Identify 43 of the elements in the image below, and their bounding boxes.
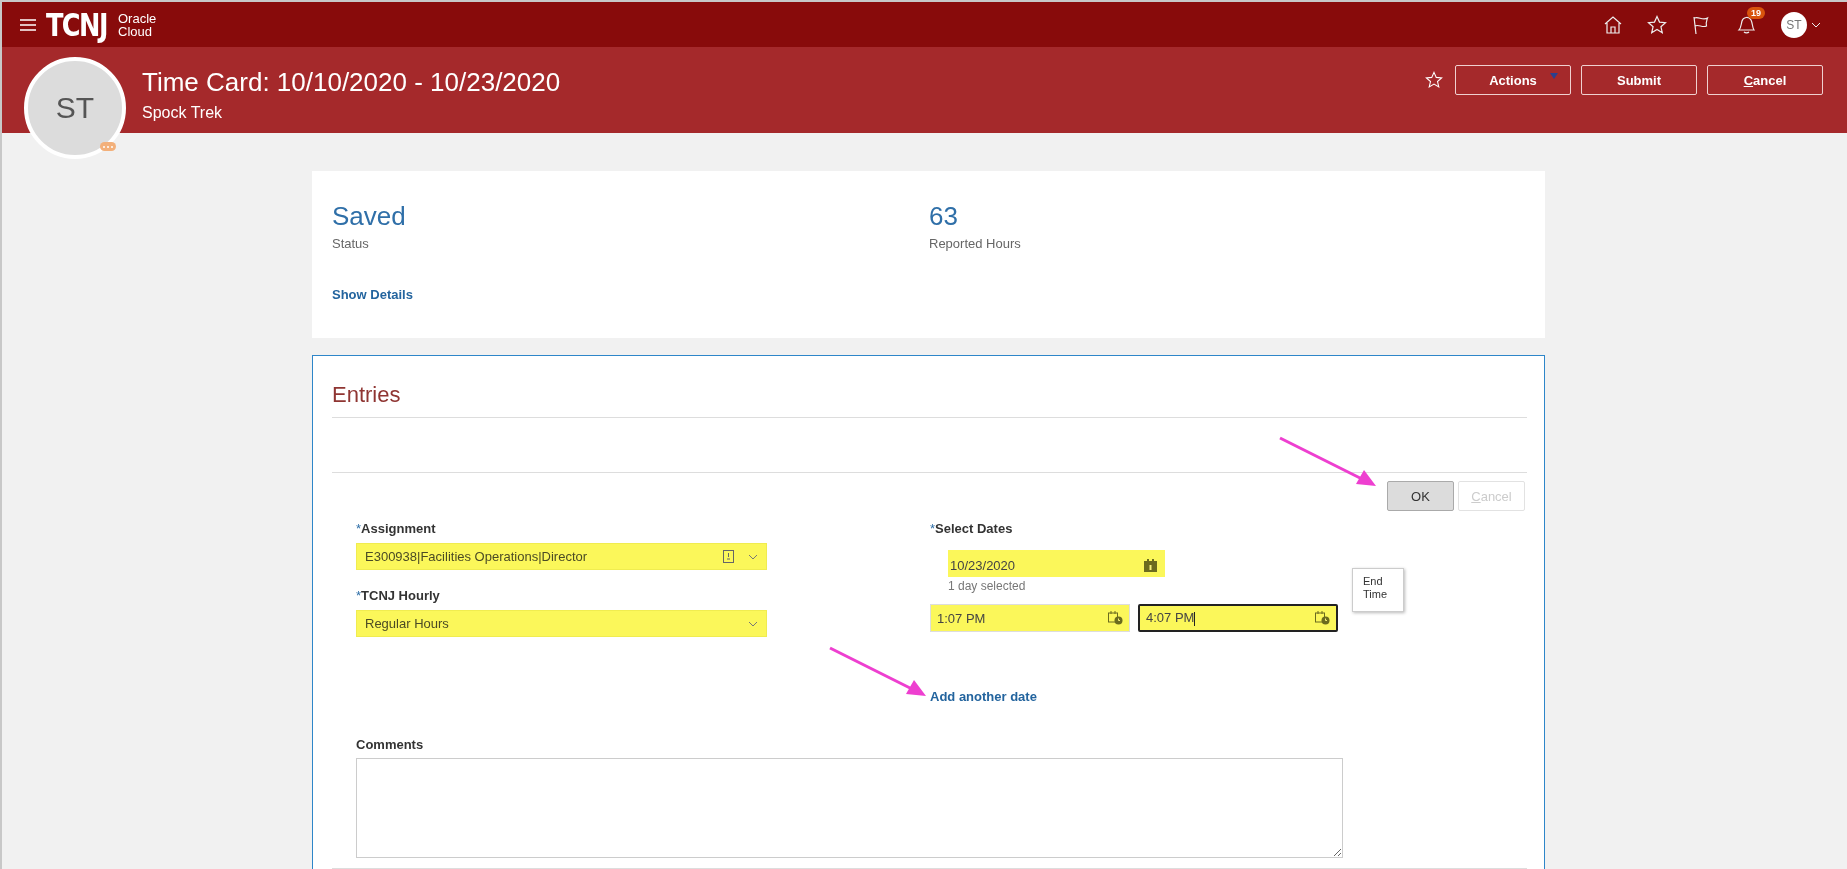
calendar-clock-icon[interactable] — [1315, 611, 1330, 625]
calendar-clock-icon[interactable] — [1108, 611, 1123, 625]
home-icon[interactable] — [1603, 14, 1623, 35]
person-name: Spock Trek — [142, 104, 224, 122]
document-icon[interactable] — [723, 550, 734, 563]
comments-field[interactable] — [356, 758, 1343, 858]
assignment-dropdown[interactable]: E300938|Facilities Operations|Director — [356, 543, 767, 570]
helper-text: 1 day selected — [948, 579, 1027, 593]
field-label: *TCNJ Hourly — [356, 588, 441, 603]
summary-value: Saved — [332, 201, 407, 232]
field-label: *Select Dates — [930, 521, 1014, 536]
chevron-down-icon — [748, 553, 758, 560]
bell-icon[interactable] — [1735, 14, 1757, 35]
hours-type-dropdown[interactable]: Regular Hours — [356, 610, 767, 637]
avatar: ST — [24, 57, 126, 159]
notification-badge: 19 — [1747, 6, 1765, 19]
header-button[interactable]: Cancel — [1707, 65, 1823, 95]
actions-menu-button[interactable]: Actions — [1455, 65, 1571, 95]
section-title: Entries — [332, 382, 402, 409]
header-button[interactable]: Submit — [1581, 65, 1697, 95]
summary-label: Status — [332, 236, 370, 251]
star-icon[interactable] — [1647, 14, 1667, 35]
add-another-date-link[interactable]: Add another date — [930, 689, 1037, 704]
calendar-icon[interactable] — [1144, 559, 1157, 572]
menu-icon[interactable] — [20, 18, 36, 31]
logo-subtitle: Oracle Cloud — [118, 11, 158, 38]
logo: TCNJ — [46, 5, 107, 44]
field-label: Comments — [356, 737, 425, 752]
chevron-down-icon — [748, 620, 758, 627]
summary-value: 63 — [929, 201, 959, 232]
time-field[interactable]: 1:07 PM — [930, 604, 1130, 632]
flag-icon[interactable] — [1691, 14, 1711, 35]
user-avatar[interactable]: ST — [1781, 11, 1807, 38]
chevron-down-icon[interactable] — [1811, 21, 1821, 28]
summary-label: Reported Hours — [929, 236, 1022, 251]
date-field[interactable]: 10/23/2020 — [948, 550, 1165, 577]
page-title: Time Card: 10/10/2020 - 10/23/2020 — [142, 67, 561, 98]
time-field[interactable]: 4:07 PM — [1138, 604, 1338, 632]
tooltip: End Time — [1352, 568, 1404, 612]
dropdown-icon — [1550, 73, 1558, 79]
field-label: *Assignment — [356, 521, 437, 536]
show-details-link[interactable]: Show Details — [332, 287, 413, 302]
ok-button[interactable]: OK — [1387, 481, 1454, 511]
